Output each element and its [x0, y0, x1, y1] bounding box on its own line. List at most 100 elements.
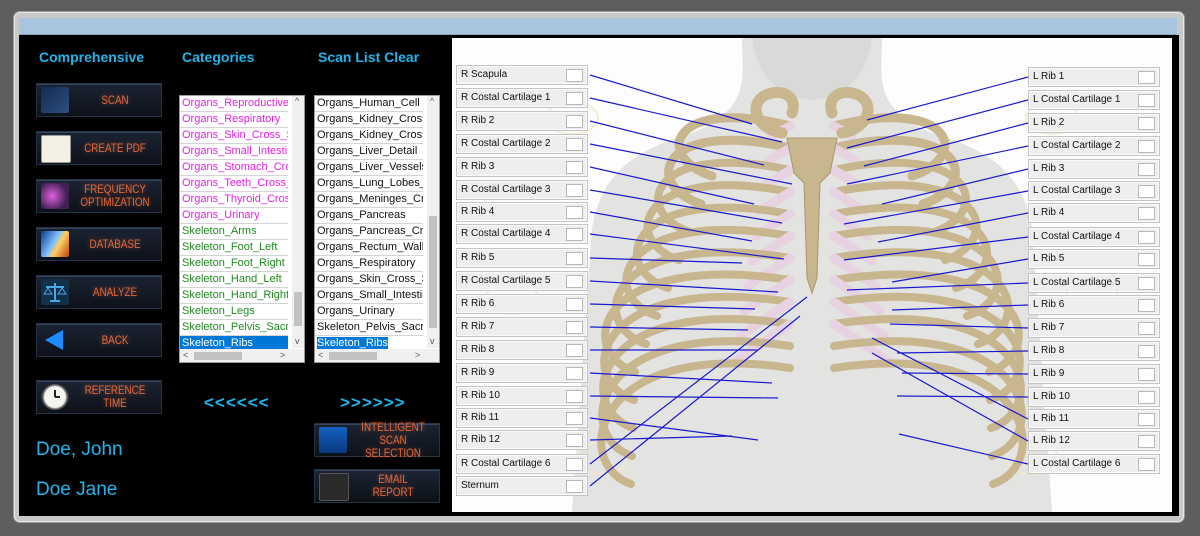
anatomy-checkbox[interactable] — [1138, 71, 1155, 84]
anatomy-checkbox[interactable] — [566, 69, 583, 82]
scan-list-item[interactable]: Organs_Kidney_Cross — [315, 112, 423, 128]
database-button[interactable]: DATABASE — [36, 227, 162, 261]
anatomy-checkbox[interactable] — [1138, 435, 1155, 448]
anatomy-label-l-rib-11[interactable]: L Rib 11 — [1028, 409, 1160, 429]
move-right-button[interactable]: >>>>>> — [340, 393, 406, 413]
anatomy-checkbox[interactable] — [1138, 253, 1155, 266]
anatomy-label-l-rib-9[interactable]: L Rib 9 — [1028, 364, 1160, 384]
anatomy-checkbox[interactable] — [1138, 345, 1155, 358]
anatomy-checkbox[interactable] — [1138, 185, 1155, 198]
anatomy-label-r-rib-10[interactable]: R Rib 10 — [456, 386, 588, 406]
scan-list-item[interactable]: Skeleton_Pelvis_Sacru — [315, 320, 423, 336]
anatomy-checkbox[interactable] — [566, 92, 583, 105]
scan-list-item[interactable]: Organs_Small_Intestin — [315, 288, 423, 304]
scan-button[interactable]: SCAN — [36, 83, 162, 117]
anatomy-checkbox[interactable] — [566, 206, 583, 219]
categories-listbox[interactable]: Organs_Reproductive_ Organs_Respiratory Or… — [179, 95, 305, 363]
category-item[interactable]: Skeleton_Pelvis_Sacru — [180, 320, 288, 336]
anatomy-checkbox[interactable] — [566, 161, 583, 174]
anatomy-label-r-rib-9[interactable]: R Rib 9 — [456, 363, 588, 383]
reference-time-button[interactable]: REFERENCE TIME — [36, 380, 162, 414]
anatomy-label-r-rib-2[interactable]: R Rib 2 — [456, 111, 588, 131]
scan-list-item[interactable]: Organs_Respiratory — [315, 256, 423, 272]
anatomy-checkbox[interactable] — [1138, 163, 1155, 176]
anatomy-checkbox[interactable] — [1138, 413, 1155, 426]
scan-list-item[interactable]: Organs_Liver_Vessels — [315, 160, 423, 176]
category-item[interactable]: Skeleton_Foot_Left — [180, 240, 288, 256]
scan-list-item[interactable]: Organs_Human_Cell — [315, 96, 423, 112]
anatomy-label-l-rib-3[interactable]: L Rib 3 — [1028, 159, 1160, 179]
anatomy-checkbox[interactable] — [566, 390, 583, 403]
anatomy-label-l-rib-10[interactable]: L Rib 10 — [1028, 387, 1160, 407]
anatomy-checkbox[interactable] — [566, 480, 583, 493]
anatomy-checkbox[interactable] — [566, 412, 583, 425]
intelligent-scan-selection-button[interactable]: INTELLIGENT SCAN SELECTION — [314, 420, 440, 459]
anatomy-checkbox[interactable] — [1138, 322, 1155, 335]
categories-hscroll-thumb[interactable] — [194, 352, 242, 360]
anatomy-checkbox[interactable] — [566, 184, 583, 197]
anatomy-label-l-costal-cartilage-6[interactable]: L Costal Cartilage 6 — [1028, 454, 1160, 474]
anatomy-checkbox[interactable] — [566, 228, 583, 241]
anatomy-label-r-rib-8[interactable]: R Rib 8 — [456, 340, 588, 360]
anatomy-label-r-scapula[interactable]: R Scapula — [456, 65, 588, 85]
create-pdf-button[interactable]: CREATE PDF — [36, 131, 162, 165]
anatomy-label-r-costal-cartilage-3[interactable]: R Costal Cartilage 3 — [456, 180, 588, 200]
category-item[interactable]: Organs_Skin_Cross_S — [180, 128, 288, 144]
anatomy-label-l-rib-7[interactable]: L Rib 7 — [1028, 318, 1160, 338]
anatomy-label-r-costal-cartilage-1[interactable]: R Costal Cartilage 1 — [456, 88, 588, 108]
anatomy-checkbox[interactable] — [566, 344, 583, 357]
anatomy-checkbox[interactable] — [1138, 391, 1155, 404]
scan-list-item[interactable]: Organs_Liver_Detail — [315, 144, 423, 160]
anatomy-checkbox[interactable] — [1138, 299, 1155, 312]
categories-horizontal-scrollbar[interactable]: < > — [180, 349, 304, 362]
anatomy-label-r-costal-cartilage-5[interactable]: R Costal Cartilage 5 — [456, 271, 588, 291]
category-item[interactable]: Skeleton_Arms — [180, 224, 288, 240]
category-item[interactable]: Organs_Urinary — [180, 208, 288, 224]
anatomy-checkbox[interactable] — [1138, 117, 1155, 130]
scroll-up-icon[interactable]: ^ — [295, 96, 299, 106]
email-report-button[interactable]: EMAIL REPORT — [314, 469, 440, 503]
anatomy-checkbox[interactable] — [566, 138, 583, 151]
anatomy-label-l-rib-12[interactable]: L Rib 12 — [1028, 431, 1160, 451]
patient-name-primary[interactable]: Doe, John — [36, 439, 123, 461]
scan-hscroll-thumb[interactable] — [329, 352, 377, 360]
anatomy-label-r-rib-5[interactable]: R Rib 5 — [456, 248, 588, 268]
scan-vertical-scrollbar[interactable]: ^ v — [427, 96, 439, 348]
patient-name-secondary[interactable]: Doe Jane — [36, 479, 117, 501]
scan-horizontal-scrollbar[interactable]: < > — [315, 349, 439, 362]
scan-list-item[interactable]: Organs_Rectum_Wall — [315, 240, 423, 256]
anatomy-checkbox[interactable] — [1138, 207, 1155, 220]
anatomy-checkbox[interactable] — [1138, 231, 1155, 244]
anatomy-label-l-costal-cartilage-5[interactable]: L Costal Cartilage 5 — [1028, 273, 1160, 293]
anatomy-checkbox[interactable] — [1138, 140, 1155, 153]
anatomy-checkbox[interactable] — [1138, 458, 1155, 471]
category-item[interactable]: Organs_Small_Intestin — [180, 144, 288, 160]
anatomy-label-r-rib-7[interactable]: R Rib 7 — [456, 317, 588, 337]
anatomy-checkbox[interactable] — [566, 115, 583, 128]
anatomy-label-r-rib-11[interactable]: R Rib 11 — [456, 408, 588, 428]
anatomy-checkbox[interactable] — [566, 298, 583, 311]
scroll-down-icon[interactable]: v — [295, 336, 300, 346]
categories-scroll-thumb[interactable] — [294, 292, 302, 326]
move-left-button[interactable]: <<<<<< — [204, 393, 270, 413]
anatomy-checkbox[interactable] — [566, 367, 583, 380]
scroll-up-icon[interactable]: ^ — [430, 96, 434, 106]
anatomy-label-l-rib-1[interactable]: L Rib 1 — [1028, 67, 1160, 87]
scan-list-item[interactable]: Organs_Pancreas_Cr — [315, 224, 423, 240]
anatomy-checkbox[interactable] — [566, 321, 583, 334]
categories-vertical-scrollbar[interactable]: ^ v — [292, 96, 304, 348]
anatomy-checkbox[interactable] — [566, 252, 583, 265]
anatomy-checkbox[interactable] — [1138, 368, 1155, 381]
scan-listbox[interactable]: Organs_Human_Cell Organs_Kidney_Cross Orga… — [314, 95, 440, 363]
scan-list-item[interactable]: Organs_Meninges_Cr — [315, 192, 423, 208]
title-bar[interactable] — [19, 18, 1177, 35]
category-item[interactable]: Skeleton_Foot_Right — [180, 256, 288, 272]
scan-list-item[interactable]: Organs_Kidney_Cross — [315, 128, 423, 144]
anatomy-label-l-rib-8[interactable]: L Rib 8 — [1028, 341, 1160, 361]
anatomy-label-r-rib-12[interactable]: R Rib 12 — [456, 430, 588, 450]
anatomy-label-l-costal-cartilage-1[interactable]: L Costal Cartilage 1 — [1028, 90, 1160, 110]
scan-list-item[interactable]: Organs_Skin_Cross_S — [315, 272, 423, 288]
anatomy-label-r-rib-3[interactable]: R Rib 3 — [456, 157, 588, 177]
anatomy-label-r-rib-4[interactable]: R Rib 4 — [456, 202, 588, 222]
scroll-left-icon[interactable]: < — [318, 350, 323, 360]
